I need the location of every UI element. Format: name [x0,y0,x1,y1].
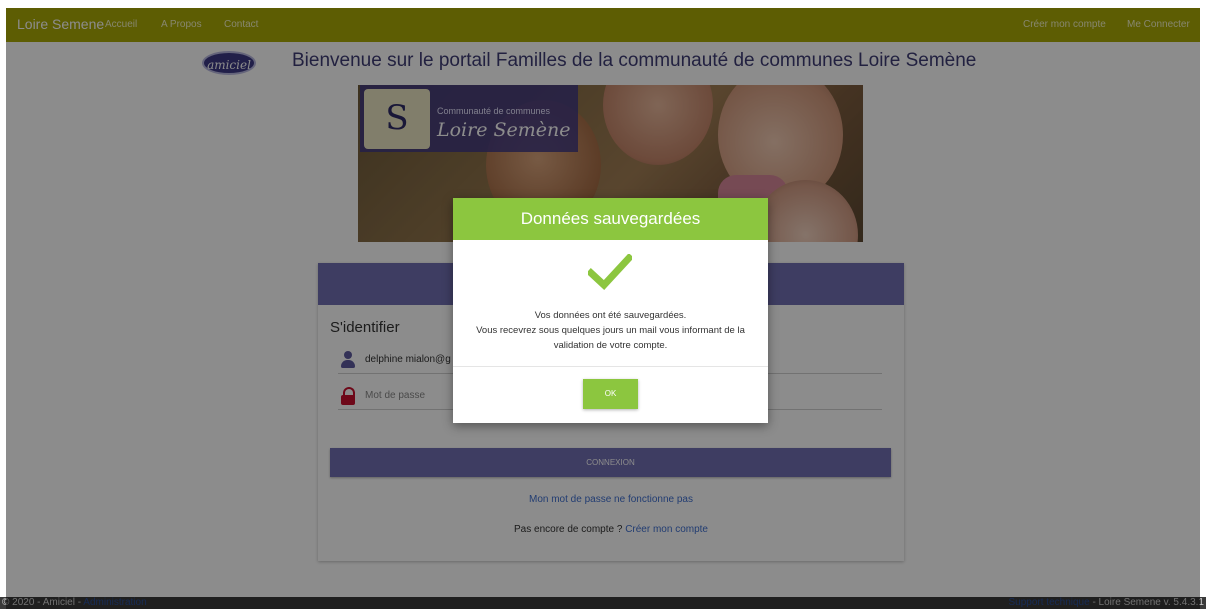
modal-message-line1: Vos données ont été sauvegardées. [534,310,687,321]
modal-title: Données sauvegardées [520,209,701,228]
checkmark-icon [588,254,632,290]
modal-header: Données sauvegardées [453,198,768,240]
ok-button[interactable]: OK [583,379,638,409]
modal-divider [453,366,768,367]
modal-message: Vos données ont été sauvegardées. Vous r… [463,308,758,353]
modal-message-line2: Vous recevrez sous quelques jours un mai… [476,325,745,351]
confirmation-modal: Données sauvegardées Vos données ont été… [453,198,768,423]
